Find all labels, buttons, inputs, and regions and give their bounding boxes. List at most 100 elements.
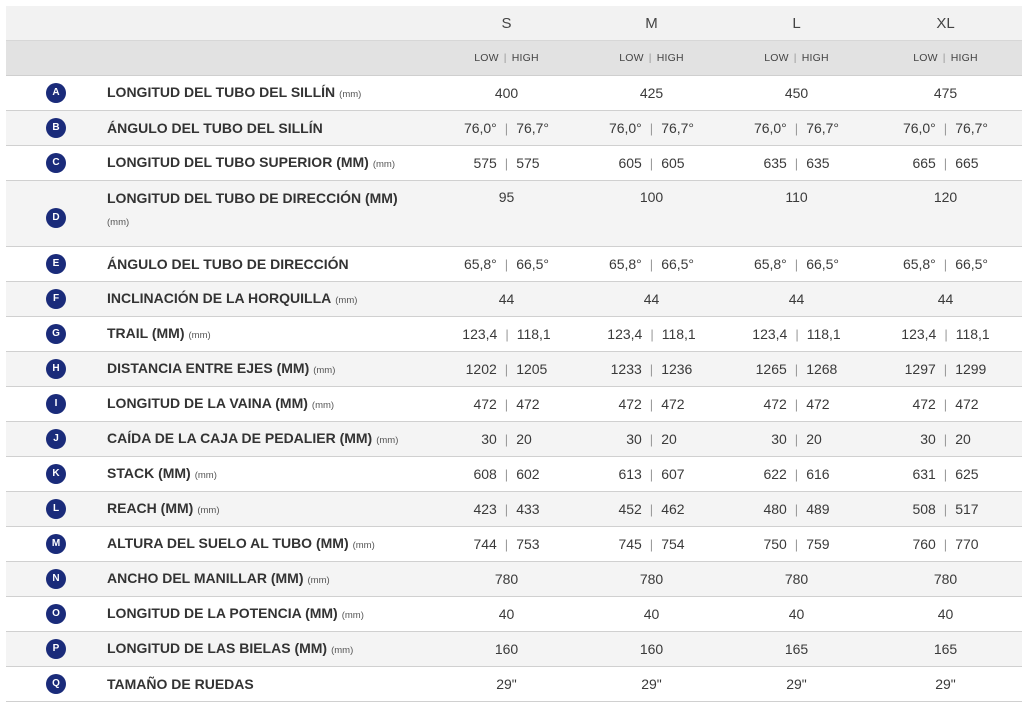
geometry-table-container: S M L XL LOW | HIGH LOW | HIGH LOW | HIGH LOW |… [6,6,1022,702]
value-high: 462 [661,501,685,517]
value-cell: 400 [434,75,579,111]
value-cell: 744 | 753 [434,526,579,562]
row-unit: (mm) [307,574,330,586]
value-low: 665 [912,155,936,171]
value-low: 30 [626,431,642,447]
divider: | [794,537,799,552]
divider: | [504,397,509,412]
row-label: ÁNGULO DEL TUBO DE DIRECCIÓN [107,256,349,272]
value-cell: 165 [869,631,1022,667]
badge-cell: F [6,281,106,317]
mode-header: LOW | HIGH [869,40,1022,76]
value-cell: 1265 | 1268 [724,351,869,387]
row-letter-badge: K [46,464,66,484]
row-letter-badge: I [46,394,66,414]
value-high: 635 [806,155,830,171]
value-high: 20 [955,431,971,447]
value-low: 745 [618,536,642,552]
header-blank [106,6,434,41]
row-unit: (mm) [372,158,395,170]
row-label-cell: LONGITUD DE LA VAINA (MM) (mm) [106,386,434,422]
row-label-cell: ÁNGULO DEL TUBO DEL SILLÍN [106,110,434,146]
row-letter-badge: O [46,604,66,624]
value-cell: 452 | 462 [579,491,724,527]
table-row: Q TAMAÑO DE RUEDAS 29" 29" 29" 29" [6,666,1022,702]
value-cell: 631 | 625 [869,456,1022,492]
value-high: 753 [516,536,540,552]
table-row: O LONGITUD DE LA POTENCIA (MM) (mm) 40 40 40 4… [6,596,1022,632]
row-letter-badge: Q [46,674,66,694]
value-cell: 613 | 607 [579,456,724,492]
divider: | [794,432,799,447]
badge-cell: C [6,145,106,181]
value-high: 66,5° [955,256,989,272]
row-letter-badge: L [46,499,66,519]
table-row: C LONGITUD DEL TUBO SUPERIOR (MM) (mm) 575 |… [6,145,1022,181]
value: 44 [498,291,515,307]
row-letter-badge: J [46,429,66,449]
row-unit: (mm) [335,294,358,306]
value: 29" [641,676,662,692]
divider: | [943,257,948,272]
row-unit: (mm) [194,469,217,481]
value-cell: 123,4 | 118,1 [434,316,579,352]
divider: | [794,156,799,171]
value-high: 472 [516,396,540,412]
value-cell: 40 [434,596,579,632]
value-cell: 40 [869,596,1022,632]
geometry-table-body: A LONGITUD DEL TUBO DEL SILLÍN (mm) 400 425 4… [6,75,1022,702]
value-cell: 508 | 517 [869,491,1022,527]
table-row: N ANCHO DEL MANILLAR (MM) (mm) 780 780 780 780 [6,561,1022,597]
row-unit: (mm) [197,504,220,516]
row-label: ANCHO DEL MANILLAR (MM) [107,569,304,586]
value-cell: 423 | 433 [434,491,579,527]
value-cell: 472 | 472 [579,386,724,422]
divider: | [943,362,948,377]
size-header-l: L [724,6,869,41]
value-low: 423 [473,501,497,517]
value-high: 1205 [516,361,548,377]
value: 29" [496,676,517,692]
row-letter-badge: N [46,569,66,589]
value-high: 625 [955,466,979,482]
value-cell: 160 [579,631,724,667]
mode-high: HIGH [950,52,978,64]
row-letter-badge: B [46,118,66,138]
value-cell: 44 [724,281,869,317]
value-low: 631 [912,466,936,482]
badge-cell: B [6,110,106,146]
row-label-cell: INCLINACIÓN DE LA HORQUILLA (mm) [106,281,434,317]
value-cell: 475 [869,75,1022,111]
divider: | [795,327,799,342]
value-cell: 65,8° | 66,5° [434,246,579,282]
divider: | [943,537,948,552]
divider: | [943,502,948,517]
value-low: 744 [473,536,497,552]
value-cell: 608 | 602 [434,456,579,492]
value: 40 [788,606,805,622]
value-low: 30 [920,431,936,447]
mode-low: LOW [619,52,644,64]
value-high: 76,7° [955,120,989,136]
value-high: 1236 [661,361,693,377]
table-row: M ALTURA DEL SUELO AL TUBO (MM) (mm) 744 | 75… [6,526,1022,562]
value-cell: 635 | 635 [724,145,869,181]
divider: | [649,467,654,482]
value-low: 608 [473,466,497,482]
value-high: 489 [806,501,830,517]
value-cell: 1202 | 1205 [434,351,579,387]
value-low: 508 [912,501,936,517]
size-header-s: S [434,6,579,41]
value-cell: 665 | 665 [869,145,1022,181]
value-high: 472 [661,396,685,412]
row-letter-badge: E [46,254,66,274]
value-high: 602 [516,466,540,482]
row-label: INCLINACIÓN DE LA HORQUILLA [107,289,332,306]
value-low: 123,4 [607,326,643,342]
table-row: H DISTANCIA ENTRE EJES (MM) (mm) 1202 | 1205 1… [6,351,1022,387]
mode-header: LOW | HIGH [724,40,869,76]
divider: | [649,537,654,552]
divider: | [794,502,799,517]
value-low: 65,8° [753,256,787,272]
value-high: 1268 [806,361,838,377]
